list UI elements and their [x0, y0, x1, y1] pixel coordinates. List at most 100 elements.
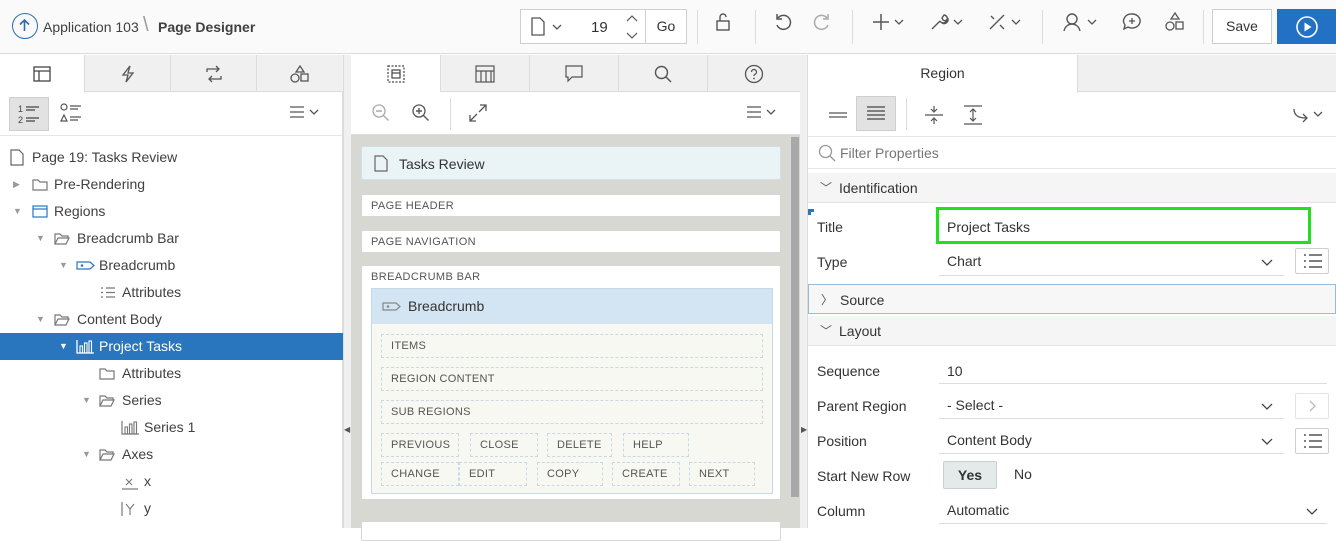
collapse-right-icon[interactable]: ▶: [801, 425, 807, 434]
type-list-button[interactable]: [1295, 248, 1329, 274]
tree-menu-button[interactable]: [288, 103, 324, 126]
comments-icon[interactable]: [1122, 12, 1142, 40]
tab-dynamic-actions[interactable]: [85, 55, 171, 92]
lock-icon[interactable]: [714, 12, 734, 40]
show-common-icon[interactable]: [828, 107, 848, 123]
shared-components-icon[interactable]: [987, 12, 1023, 40]
chevron-down-icon[interactable]: [1260, 258, 1274, 268]
tab-rendering[interactable]: [0, 55, 85, 93]
team-development-icon[interactable]: [1062, 12, 1100, 40]
collapse-all-icon[interactable]: [924, 105, 944, 125]
collapse-triangle-icon[interactable]: ▼: [82, 387, 91, 414]
collapse-left-icon[interactable]: ◀: [344, 425, 350, 434]
breadcrumb-bar-position[interactable]: BREADCRUMB BAR Breadcrumb ITEMS REGION C…: [361, 265, 781, 500]
tree-node-attributes[interactable]: Attributes: [0, 279, 343, 306]
tab-messages[interactable]: [530, 55, 619, 92]
copy-button-position[interactable]: COPY: [537, 462, 603, 486]
change-button-position[interactable]: CHANGE: [381, 462, 459, 486]
create-menu-icon[interactable]: [872, 12, 906, 40]
edit-button-position[interactable]: EDIT: [459, 462, 527, 486]
app-up-icon[interactable]: [12, 13, 38, 39]
save-button[interactable]: Save: [1212, 9, 1272, 44]
order-view-button[interactable]: 12: [9, 97, 49, 131]
tab-region[interactable]: Region: [808, 55, 1078, 93]
collapse-triangle-icon[interactable]: ▼: [59, 333, 68, 360]
next-button-position[interactable]: NEXT: [689, 462, 755, 486]
right-splitter[interactable]: ▶: [800, 55, 808, 528]
expand-icon[interactable]: [468, 103, 488, 123]
utilities-wrench-icon[interactable]: [929, 12, 965, 40]
expand-triangle-icon[interactable]: ▶: [13, 171, 20, 198]
page-number-value[interactable]: 19: [591, 19, 608, 36]
tree-node-series-1[interactable]: Series 1: [0, 414, 343, 441]
layout-scrollbar[interactable]: [791, 137, 799, 497]
previous-button-position[interactable]: PREVIOUS: [381, 433, 459, 457]
collapse-triangle-icon[interactable]: ▼: [13, 198, 22, 225]
breadcrumb-region-card[interactable]: Breadcrumb ITEMS REGION CONTENT SUB REGI…: [371, 288, 773, 494]
start-new-row-no[interactable]: No: [1003, 461, 1043, 489]
region-content-position[interactable]: REGION CONTENT: [381, 367, 763, 391]
grouped-view-button[interactable]: [56, 97, 86, 131]
page-navigation-position[interactable]: PAGE NAVIGATION: [361, 230, 781, 253]
position-select[interactable]: Content Body: [947, 432, 1032, 448]
column-select[interactable]: Automatic: [947, 502, 1009, 518]
help-button-position[interactable]: HELP: [623, 433, 689, 457]
tree-node-regions[interactable]: ▼ Regions: [0, 198, 343, 225]
tree-node-breadcrumb[interactable]: ▼ Breadcrumb: [0, 252, 343, 279]
tree-node-series[interactable]: ▼ Series: [0, 387, 343, 414]
collapse-triangle-icon[interactable]: ▼: [82, 441, 91, 468]
expand-all-icon[interactable]: [963, 105, 983, 125]
go-button[interactable]: Go: [645, 9, 687, 44]
group-identification[interactable]: ﹀ Identification: [808, 173, 1336, 203]
tree-node-axis-y[interactable]: y: [0, 495, 343, 522]
tab-component-view[interactable]: [441, 55, 530, 92]
left-splitter[interactable]: ◀: [343, 55, 351, 528]
zoom-in-icon[interactable]: [411, 103, 431, 123]
sub-regions-position[interactable]: SUB REGIONS: [381, 400, 763, 424]
group-layout[interactable]: ﹀ Layout: [808, 316, 1336, 346]
hamburger-menu-icon[interactable]: [745, 103, 781, 123]
delete-button-position[interactable]: DELETE: [547, 433, 612, 457]
parent-region-select[interactable]: - Select -: [947, 397, 1003, 413]
page-header-position[interactable]: PAGE HEADER: [361, 194, 781, 217]
chevron-down-icon[interactable]: [1260, 402, 1274, 412]
go-to-group-icon[interactable]: [1292, 105, 1328, 125]
chevron-down-icon[interactable]: [1305, 507, 1319, 517]
shapes-icon[interactable]: [1165, 11, 1185, 40]
tree-node-axis-x[interactable]: x: [0, 468, 343, 495]
zoom-out-icon[interactable]: [371, 103, 391, 123]
collapse-triangle-icon[interactable]: ▼: [59, 252, 68, 279]
collapse-triangle-icon[interactable]: ▼: [36, 306, 45, 333]
content-body-position[interactable]: [361, 521, 781, 541]
run-page-button[interactable]: [1277, 9, 1336, 44]
tab-shared-components[interactable]: [257, 55, 343, 92]
tree-node-project-tasks[interactable]: ▼ Project Tasks: [0, 333, 343, 360]
redo-icon[interactable]: [812, 12, 832, 40]
page-stepper-icon[interactable]: [625, 12, 639, 42]
start-new-row-yes[interactable]: Yes: [943, 461, 997, 489]
sequence-input[interactable]: 10: [947, 363, 963, 379]
show-all-button[interactable]: [856, 96, 896, 131]
collapse-triangle-icon[interactable]: ▼: [36, 225, 45, 252]
items-position[interactable]: ITEMS: [381, 334, 763, 358]
breadcrumb-region-header[interactable]: Breadcrumb: [372, 289, 772, 324]
undo-icon[interactable]: [773, 12, 793, 40]
position-list-button[interactable]: [1295, 428, 1329, 454]
group-source[interactable]: 〉 Source: [808, 284, 1336, 314]
tree-node-axes[interactable]: ▼ Axes: [0, 441, 343, 468]
type-select[interactable]: Chart: [947, 253, 981, 269]
tree-node-page[interactable]: Page 19: Tasks Review: [0, 144, 343, 171]
close-button-position[interactable]: CLOSE: [470, 433, 538, 457]
parent-region-goto-button[interactable]: [1295, 393, 1329, 419]
tab-layout[interactable]: [351, 55, 441, 93]
tree-node-chart-attributes[interactable]: Attributes: [0, 360, 343, 387]
filter-properties-input[interactable]: [840, 141, 1320, 165]
tab-search[interactable]: [619, 55, 708, 92]
tree-node-content-body[interactable]: ▼ Content Body: [0, 306, 343, 333]
app-name-link[interactable]: Application 103: [43, 19, 139, 35]
page-title-region[interactable]: Tasks Review: [361, 146, 781, 180]
tab-processing[interactable]: [171, 55, 257, 92]
create-button-position[interactable]: CREATE: [612, 462, 680, 486]
tree-node-pre-rendering[interactable]: ▶ Pre-Rendering: [0, 171, 343, 198]
title-input[interactable]: Project Tasks: [947, 219, 1030, 235]
